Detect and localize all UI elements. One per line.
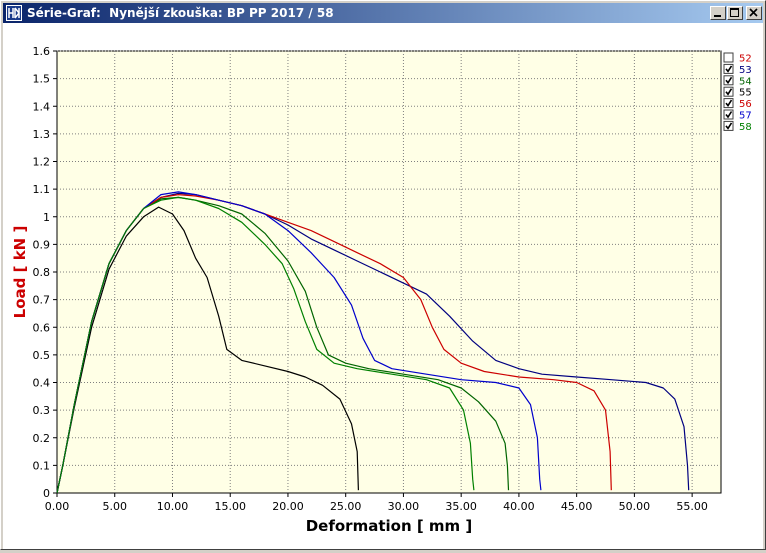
y-tick-label: 0.4: [33, 377, 51, 390]
y-tick-label: 0.1: [33, 459, 51, 472]
minimize-button[interactable]: [710, 6, 726, 20]
y-axis-label: Load [ kN ]: [11, 226, 29, 319]
x-tick-label: 35.00: [445, 500, 477, 513]
y-tick-label: 0: [43, 487, 50, 500]
y-tick-label: 0.9: [33, 238, 51, 251]
y-tick-label: 0.6: [33, 321, 51, 334]
maximize-button[interactable]: [727, 6, 743, 20]
legend-label: 56: [739, 99, 752, 110]
y-tick-label: 1.2: [33, 156, 51, 169]
minimize-icon: [714, 15, 721, 17]
x-tick-label: 15.00: [214, 500, 246, 513]
y-tick-label: 1: [43, 211, 50, 224]
legend-label: 52: [739, 54, 752, 65]
x-tick-label: 25.00: [330, 500, 362, 513]
window-title: Série-Graf: Nynější zkouška: BP PP 2017 …: [27, 6, 334, 20]
load-deformation-chart: 0.00 5.00 10.00 15.00 20.00 25.00 30.00 35.00 40…: [3, 23, 763, 549]
x-tick-label: 40.00: [503, 500, 535, 513]
x-tick-label: 55.00: [676, 500, 708, 513]
x-tick-label: 5.00: [102, 500, 127, 513]
y-tick-label: 0.7: [33, 294, 51, 307]
y-tick-label: 0.2: [33, 432, 51, 445]
legend-label: 55: [739, 88, 752, 99]
y-tick-label: 1.1: [33, 183, 51, 196]
y-tick-label: 1.3: [33, 128, 51, 141]
x-tick-label: 30.00: [388, 500, 420, 513]
x-tick-label: 45.00: [561, 500, 593, 513]
x-tick-label: 0.00: [45, 500, 70, 513]
title-bar[interactable]: Série-Graf: Nynější zkouška: BP PP 2017 …: [3, 3, 763, 23]
legend-label: 58: [739, 122, 752, 133]
x-axis-label: Deformation [ mm ]: [306, 517, 473, 535]
y-tick-label: 0.8: [33, 266, 51, 279]
y-tick-label: 1.6: [33, 45, 51, 58]
chart-window: Série-Graf: Nynější zkouška: BP PP 2017 …: [0, 0, 766, 550]
x-tick-label: 10.00: [157, 500, 189, 513]
x-tick-label: 50.00: [619, 500, 651, 513]
legend-label: 54: [739, 76, 752, 87]
close-icon: [749, 8, 758, 17]
plot-area: 0.00 5.00 10.00 15.00 20.00 25.00 30.00 35.00 40…: [3, 23, 763, 549]
legend-checkbox[interactable]: [723, 52, 734, 63]
x-tick-label: 20.00: [272, 500, 304, 513]
y-tick-label: 0.5: [33, 349, 51, 362]
app-logo-icon: [6, 5, 22, 21]
legend-label: 57: [739, 111, 752, 122]
y-tick-label: 1.5: [33, 73, 51, 86]
close-button[interactable]: [746, 6, 762, 20]
y-tick-label: 1.4: [33, 100, 51, 113]
legend-label: 53: [739, 65, 752, 76]
y-tick-label: 0.3: [33, 404, 51, 417]
maximize-icon: [730, 8, 739, 17]
